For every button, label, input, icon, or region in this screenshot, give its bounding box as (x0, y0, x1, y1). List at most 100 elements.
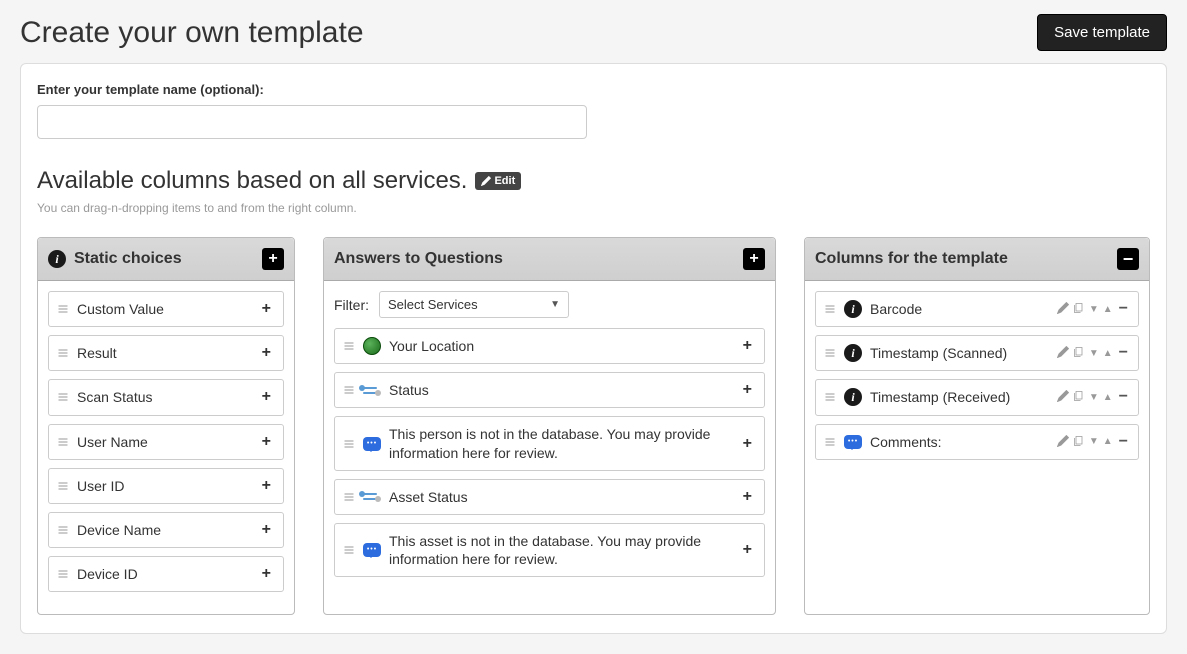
template-name-input[interactable] (37, 105, 587, 139)
chat-bubble-icon: ••• (844, 435, 862, 449)
drag-handle-icon[interactable] (57, 524, 69, 536)
caret-down-icon[interactable]: ▼ (1089, 304, 1099, 315)
add-item-button[interactable]: + (258, 521, 275, 539)
drag-handle-icon[interactable] (57, 347, 69, 359)
static-item[interactable]: User ID+ (48, 468, 284, 504)
template-item-label: Timestamp (Scanned) (870, 344, 1049, 362)
answer-item[interactable]: Your Location + (334, 328, 765, 364)
add-item-button[interactable]: + (258, 388, 275, 406)
copy-icon[interactable] (1073, 345, 1085, 361)
caret-down-icon[interactable]: ▼ (1089, 436, 1099, 447)
answer-item[interactable]: ••• This asset is not in the database. Yo… (334, 523, 765, 577)
drag-handle-icon[interactable] (824, 391, 836, 403)
chat-bubble-icon: ••• (363, 437, 381, 451)
remove-item-button[interactable]: − (1117, 388, 1130, 406)
add-item-button[interactable]: + (739, 488, 756, 506)
template-item[interactable]: i Timestamp (Received) ▼ ▲− (815, 379, 1139, 415)
drag-handle-icon[interactable] (57, 391, 69, 403)
caret-up-icon[interactable]: ▲ (1103, 348, 1113, 359)
filter-select[interactable]: Select Services ▼ (379, 291, 569, 318)
static-choices-list: Custom Value+Result+Scan Status+User Nam… (38, 281, 294, 614)
drag-handle-icon[interactable] (57, 436, 69, 448)
pencil-icon[interactable] (1057, 345, 1069, 361)
answers-column: Answers to Questions + Filter: Select Se… (323, 237, 776, 615)
pencil-icon[interactable] (1057, 434, 1069, 450)
answer-item[interactable]: •••This person is not in the database. Y… (334, 416, 765, 470)
pencil-icon[interactable] (1057, 301, 1069, 317)
template-name-label: Enter your template name (optional): (37, 82, 1150, 97)
add-item-button[interactable]: + (258, 477, 275, 495)
template-item[interactable]: •••Comments:▼▲− (815, 424, 1139, 460)
answer-item[interactable]: Status + (334, 372, 765, 408)
chat-bubble-icon: ••• (363, 543, 381, 557)
static-item-label: Scan Status (77, 388, 250, 406)
remove-item-button[interactable]: − (1117, 344, 1130, 362)
caret-down-icon[interactable]: ▼ (1089, 348, 1099, 359)
add-item-button[interactable]: + (258, 344, 275, 362)
answer-item-label: Status (389, 381, 731, 399)
drag-handle-icon[interactable] (343, 491, 355, 503)
edit-button[interactable]: Edit (475, 172, 521, 190)
info-icon: i (844, 344, 862, 362)
static-item-label: Device Name (77, 521, 250, 539)
drag-handle-icon[interactable] (343, 384, 355, 396)
answers-title: Answers to Questions (334, 250, 503, 268)
add-all-answers-button[interactable]: + (743, 248, 765, 270)
add-item-button[interactable]: + (739, 337, 756, 355)
static-item-label: Custom Value (77, 300, 250, 318)
answer-item-label: Asset Status (389, 488, 731, 506)
template-item-label: Timestamp (Received) (870, 388, 1049, 406)
static-item[interactable]: User Name+ (48, 424, 284, 460)
add-item-button[interactable]: + (739, 435, 756, 453)
caret-up-icon[interactable]: ▲ (1103, 436, 1113, 447)
remove-item-button[interactable]: − (1117, 433, 1130, 451)
answer-item[interactable]: Asset Status + (334, 479, 765, 515)
drag-handle-icon[interactable] (57, 568, 69, 580)
drag-handle-icon[interactable] (57, 303, 69, 315)
copy-icon[interactable] (1073, 389, 1085, 405)
page-title: Create your own template (20, 16, 364, 50)
info-icon: i (844, 388, 862, 406)
template-columns-column: Columns for the template − iBarcode▼▲−iT… (804, 237, 1150, 615)
drag-handle-icon[interactable] (343, 340, 355, 352)
copy-icon[interactable] (1073, 301, 1085, 317)
template-columns-list: iBarcode▼▲−iTimestamp (Scanned)▼▲−iTimes… (805, 281, 1149, 482)
add-all-static-button[interactable]: + (262, 248, 284, 270)
static-item[interactable]: Device Name + (48, 512, 284, 548)
caret-up-icon[interactable]: ▲ (1103, 392, 1113, 403)
add-item-button[interactable]: + (258, 433, 275, 451)
answer-item-label: This asset is not in the database. You m… (389, 532, 731, 568)
template-item[interactable]: iBarcode▼▲− (815, 291, 1139, 327)
add-item-button[interactable]: + (258, 300, 275, 318)
drag-handle-icon[interactable] (343, 544, 355, 556)
pencil-icon[interactable] (1057, 389, 1069, 405)
toggle-icon (363, 387, 381, 394)
caret-up-icon[interactable]: ▲ (1103, 304, 1113, 315)
caret-down-icon[interactable]: ▼ (1089, 392, 1099, 403)
static-item[interactable]: Scan Status + (48, 379, 284, 415)
drag-handle-icon[interactable] (824, 347, 836, 359)
drag-handle-icon[interactable] (824, 303, 836, 315)
static-item[interactable]: Result+ (48, 335, 284, 371)
static-item[interactable]: Custom Value + (48, 291, 284, 327)
add-item-button[interactable]: + (739, 541, 756, 559)
static-item[interactable]: Device ID+ (48, 556, 284, 592)
remove-item-button[interactable]: − (1117, 300, 1130, 318)
toggle-icon (363, 493, 381, 500)
template-item[interactable]: i Timestamp (Scanned) ▼ ▲− (815, 335, 1139, 371)
add-item-button[interactable]: + (739, 381, 756, 399)
add-item-button[interactable]: + (258, 565, 275, 583)
static-choices-column: i Static choices + Custom Value+Result+S… (37, 237, 295, 615)
info-icon: i (48, 250, 66, 268)
save-template-button[interactable]: Save template (1037, 14, 1167, 51)
answer-item-label: Your Location (389, 337, 731, 355)
drag-handle-icon[interactable] (57, 480, 69, 492)
answers-list: Your Location+Status+•••This person is n… (334, 328, 765, 577)
template-columns-title: Columns for the template (815, 250, 1008, 268)
globe-icon (363, 337, 381, 355)
template-item-label: Barcode (870, 300, 1049, 318)
drag-handle-icon[interactable] (824, 436, 836, 448)
remove-all-template-button[interactable]: − (1117, 248, 1139, 270)
drag-handle-icon[interactable] (343, 438, 355, 450)
copy-icon[interactable] (1073, 434, 1085, 450)
